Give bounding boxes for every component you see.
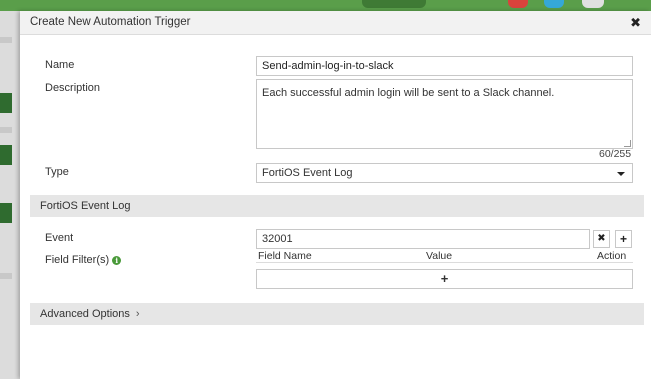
close-icon[interactable]: ✖ bbox=[630, 16, 641, 30]
name-label: Name bbox=[45, 59, 75, 71]
sidebar-stripe bbox=[0, 93, 12, 113]
dialog-header: Create New Automation Trigger ✖ bbox=[20, 11, 651, 35]
info-icon[interactable]: i bbox=[112, 256, 122, 265]
column-header-value: Value bbox=[426, 250, 453, 262]
name-input[interactable]: Send-admin-log-in-to-slack bbox=[256, 56, 633, 76]
sidebar-stripe bbox=[0, 145, 12, 165]
description-textarea[interactable]: Each successful admin login will be sent… bbox=[256, 79, 633, 149]
type-selected-value: FortiOS Event Log bbox=[262, 167, 353, 179]
remove-event-button[interactable]: ✖ bbox=[593, 230, 610, 248]
event-label: Event bbox=[45, 232, 74, 244]
resize-handle[interactable] bbox=[624, 140, 631, 147]
type-select[interactable]: FortiOS Event Log bbox=[256, 163, 633, 183]
event-input[interactable]: 32001 bbox=[256, 229, 590, 249]
sidebar-stripe bbox=[0, 273, 12, 279]
field-filters-label: Field Filter(s) i bbox=[45, 254, 122, 266]
sidebar-stripe bbox=[0, 203, 12, 223]
chevron-right-icon: › bbox=[135, 308, 140, 320]
section-header-event-log: FortiOS Event Log bbox=[30, 195, 644, 217]
app-sidebar-background bbox=[0, 11, 20, 379]
help-icon bbox=[544, 0, 564, 8]
column-header-action: Action bbox=[597, 250, 627, 262]
dialog-title: Create New Automation Trigger bbox=[30, 16, 191, 28]
type-label: Type bbox=[45, 166, 69, 178]
description-text: Each successful admin login will be sent… bbox=[262, 87, 555, 99]
sidebar-stripe bbox=[0, 37, 12, 43]
add-event-button[interactable]: + bbox=[615, 230, 632, 248]
sidebar-stripe bbox=[0, 127, 12, 133]
add-filter-button[interactable]: + bbox=[256, 269, 633, 289]
filter-table-divider bbox=[256, 262, 633, 263]
description-char-counter: 60/255 bbox=[599, 148, 632, 160]
user-avatar bbox=[582, 0, 604, 8]
column-header-field-name: Field Name bbox=[258, 250, 312, 262]
top-bar-badge bbox=[362, 0, 426, 8]
chevron-down-icon bbox=[617, 172, 625, 176]
notification-icon bbox=[508, 0, 528, 8]
field-filters-text: Field Filter(s) bbox=[45, 254, 110, 266]
advanced-options-toggle[interactable]: Advanced Options › bbox=[30, 303, 644, 325]
automation-trigger-dialog: Create New Automation Trigger ✖ Name Sen… bbox=[20, 11, 651, 379]
description-label: Description bbox=[45, 82, 101, 94]
advanced-options-label: Advanced Options bbox=[40, 308, 130, 320]
